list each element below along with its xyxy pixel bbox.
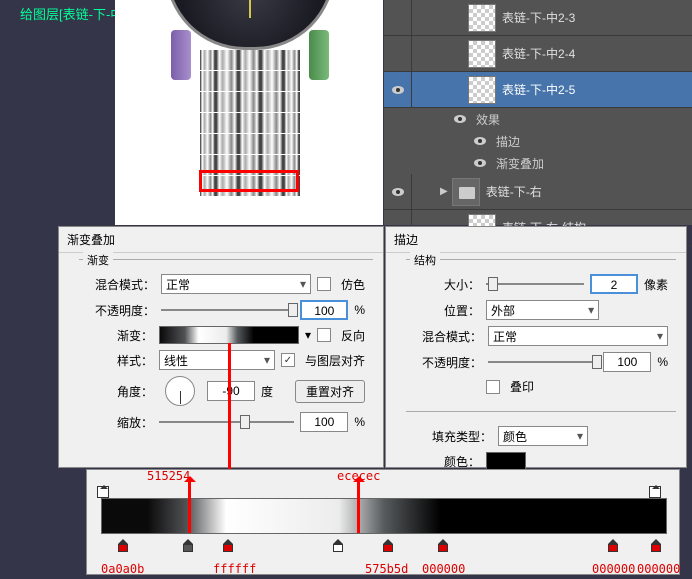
opacity-slider[interactable] bbox=[161, 302, 294, 318]
dropdown-icon[interactable]: ▾ bbox=[305, 328, 311, 342]
opacity-label: 不透明度： bbox=[95, 302, 155, 319]
opacity-input[interactable]: 100 bbox=[300, 300, 348, 320]
fill-type-select[interactable]: 颜色 bbox=[498, 426, 588, 446]
layer-effect-gradient[interactable]: 渐变叠加 bbox=[384, 152, 692, 174]
layer-name: 表链-下-右 bbox=[486, 183, 542, 200]
layer-thumbnail bbox=[468, 4, 496, 32]
color-stop[interactable] bbox=[222, 534, 234, 550]
blend-mode-label: 混合模式： bbox=[95, 276, 155, 293]
layer-effects-header[interactable]: 效果 bbox=[384, 108, 692, 130]
gradient-editor: 515254 ececec 0a0a0b ffffff 575b5d 00000… bbox=[86, 469, 680, 575]
color-stop[interactable] bbox=[650, 534, 662, 550]
color-stop[interactable] bbox=[182, 534, 194, 550]
gradient-label: 渐变： bbox=[95, 327, 153, 344]
stop-hex-label: 000000 bbox=[422, 562, 465, 576]
stop-hex-label: 000000 bbox=[637, 562, 680, 576]
layers-panel: 表链-下-中2-3 表链-下-中2-4 表链-下-中2-5 效果 描边 渐变叠加… bbox=[384, 0, 692, 225]
overprint-label: 叠印 bbox=[510, 378, 534, 395]
layer-row[interactable]: 表链-下-中2-4 bbox=[384, 36, 692, 72]
align-label: 与图层对齐 bbox=[305, 352, 365, 369]
dither-label: 仿色 bbox=[341, 276, 365, 293]
canvas-preview bbox=[115, 0, 383, 225]
color-stop[interactable] bbox=[437, 534, 449, 550]
scale-slider[interactable] bbox=[159, 414, 294, 430]
style-label: 样式： bbox=[95, 352, 153, 369]
opacity-label: 不透明度： bbox=[422, 354, 482, 371]
color-stop[interactable] bbox=[332, 534, 344, 550]
color-stop[interactable] bbox=[382, 534, 394, 550]
angle-input[interactable]: -90 bbox=[207, 381, 255, 401]
highlight-box bbox=[199, 170, 299, 192]
gradient-overlay-dialog: 渐变叠加 渐变 混合模式： 正常 仿色 不透明度： 100 % 渐变： ▾ 反向… bbox=[58, 226, 384, 468]
opacity-input[interactable]: 100 bbox=[603, 352, 651, 372]
visibility-toggle[interactable] bbox=[384, 36, 412, 71]
group-label: 结构 bbox=[410, 252, 440, 268]
layer-thumbnail bbox=[468, 76, 496, 104]
group-label: 渐变 bbox=[83, 252, 113, 268]
layer-row-folder[interactable]: ▶ 表链-下-右 bbox=[384, 174, 692, 210]
opacity-stop[interactable] bbox=[97, 486, 109, 498]
fill-type-label: 填充类型： bbox=[422, 428, 492, 445]
scale-label: 缩放： bbox=[95, 414, 153, 431]
layer-thumbnail bbox=[468, 40, 496, 68]
eye-icon bbox=[474, 137, 486, 145]
layer-name: 表链-下-中2-4 bbox=[502, 45, 575, 62]
watch-lug-left bbox=[171, 30, 191, 80]
dialog-title: 渐变叠加 bbox=[59, 227, 383, 253]
color-stop[interactable] bbox=[117, 534, 129, 550]
align-checkbox[interactable] bbox=[281, 353, 295, 367]
layer-row-selected[interactable]: 表链-下-中2-5 bbox=[384, 72, 692, 108]
layer-effect-stroke[interactable]: 描边 bbox=[384, 130, 692, 152]
position-select[interactable]: 外部 bbox=[486, 300, 599, 320]
stop-hex-label: ffffff bbox=[213, 562, 256, 576]
stop-hex-label: 0a0a0b bbox=[101, 562, 144, 576]
position-label: 位置： bbox=[422, 302, 480, 319]
eye-icon bbox=[474, 159, 486, 167]
dither-checkbox[interactable] bbox=[317, 277, 331, 291]
blend-mode-select[interactable]: 正常 bbox=[161, 274, 311, 294]
stop-hex-label: 575b5d bbox=[365, 562, 408, 576]
style-select[interactable]: 线性 bbox=[159, 350, 275, 370]
angle-label: 角度： bbox=[95, 383, 153, 400]
layer-row[interactable]: 表链-下-中2-3 bbox=[384, 0, 692, 36]
watch-lug-right bbox=[309, 30, 329, 80]
reverse-label: 反向 bbox=[341, 327, 365, 344]
color-swatch[interactable] bbox=[486, 452, 526, 470]
gradient-preview[interactable] bbox=[159, 326, 299, 344]
gradient-bar[interactable] bbox=[101, 498, 667, 534]
expand-arrow-icon[interactable]: ▶ bbox=[440, 186, 448, 197]
overprint-checkbox[interactable] bbox=[486, 380, 500, 394]
eye-icon bbox=[454, 115, 466, 123]
visibility-toggle[interactable] bbox=[384, 72, 412, 107]
annotation-arrow bbox=[188, 478, 191, 533]
reverse-checkbox[interactable] bbox=[317, 328, 331, 342]
scale-input[interactable]: 100 bbox=[300, 412, 348, 432]
visibility-toggle[interactable] bbox=[384, 0, 412, 35]
annotation-arrow bbox=[357, 478, 360, 533]
size-label: 大小： bbox=[422, 276, 480, 293]
layer-name: 表链-下-中2-5 bbox=[502, 81, 575, 98]
size-slider[interactable] bbox=[486, 276, 584, 292]
color-label: 颜色： bbox=[422, 453, 480, 470]
layer-name: 表链-下-中2-3 bbox=[502, 9, 575, 26]
stop-hex-label: 000000 bbox=[592, 562, 635, 576]
color-stop[interactable] bbox=[607, 534, 619, 550]
visibility-toggle[interactable] bbox=[384, 174, 412, 209]
opacity-slider[interactable] bbox=[488, 354, 597, 370]
stroke-dialog: 描边 结构 大小： 2 像素 位置： 外部 混合模式： 正常 不透明度： 100… bbox=[385, 226, 687, 468]
size-input[interactable]: 2 bbox=[590, 274, 638, 294]
reset-align-button[interactable]: 重置对齐 bbox=[295, 380, 365, 403]
opacity-stop[interactable] bbox=[649, 486, 661, 498]
folder-thumbnail bbox=[452, 178, 480, 206]
blend-mode-label: 混合模式： bbox=[422, 328, 482, 345]
angle-control[interactable] bbox=[165, 376, 195, 406]
blend-mode-select[interactable]: 正常 bbox=[488, 326, 668, 346]
dialog-title: 描边 bbox=[386, 227, 686, 253]
